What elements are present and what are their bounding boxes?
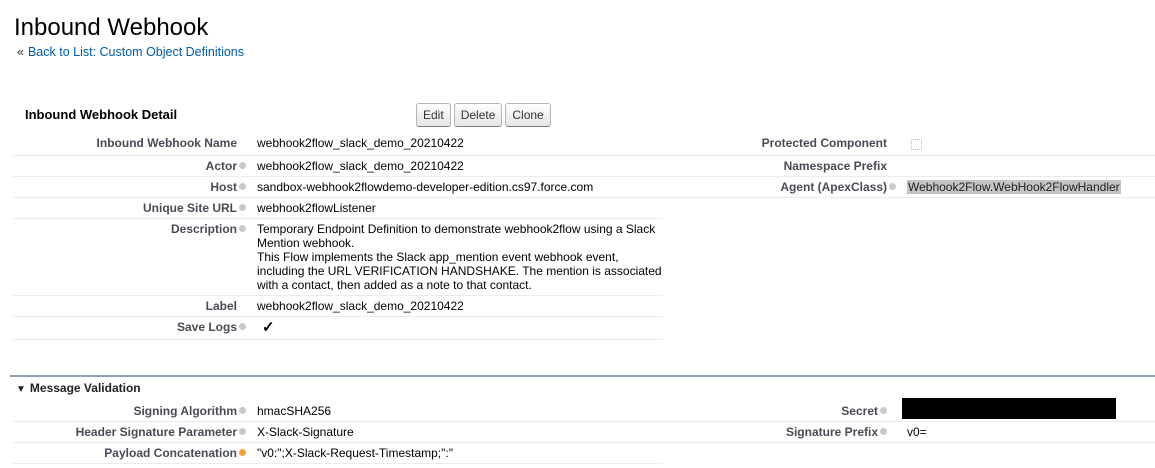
button-bar: Edit Delete Clone (416, 103, 551, 127)
help-icon[interactable] (239, 183, 246, 190)
help-icon[interactable] (880, 407, 887, 414)
collapse-triangle-icon[interactable]: ▼ (16, 384, 26, 395)
field-value-label: webhook2flow_slack_demo_20210422 (257, 299, 464, 313)
field-value-unique-site-url: webhook2flowListener (257, 201, 376, 215)
field-value-host: sandbox-webhook2flowdemo-developer-editi… (257, 180, 594, 194)
secret-redacted-value (902, 398, 1116, 419)
section-separator (10, 375, 1155, 377)
field-label-label: Label (205, 299, 237, 313)
help-icon[interactable] (239, 323, 246, 330)
field-value-header-signature-parameter: X-Slack-Signature (257, 425, 354, 439)
protected-component-checkbox (911, 139, 922, 150)
field-value-description: Temporary Endpoint Definition to demonst… (257, 222, 662, 292)
field-value-payload-concatenation: "v0:";X-Slack-Request-Timestamp;":" (257, 446, 453, 460)
help-icon[interactable] (239, 407, 246, 414)
help-icon[interactable] (889, 183, 896, 190)
edit-button[interactable]: Edit (416, 103, 451, 127)
field-value-signing-algorithm: hmacSHA256 (257, 404, 332, 418)
help-icon[interactable] (239, 162, 246, 169)
field-value-actor: webhook2flow_slack_demo_20210422 (257, 159, 464, 173)
field-label-signing-algorithm: Signing Algorithm (133, 404, 246, 418)
field-label-actor: Actor (206, 159, 246, 173)
message-validation-header[interactable]: ▼ Message Validation (16, 381, 141, 395)
field-label-signature-prefix: Signature Prefix (786, 425, 887, 439)
back-to-list-link[interactable]: « Back to List: Custom Object Definitions (17, 45, 244, 59)
field-label-agent-apexclass: Agent (ApexClass) (780, 180, 896, 194)
field-label-payload-concatenation: Payload Concatenation (104, 446, 246, 460)
warning-help-icon[interactable] (239, 449, 246, 456)
field-label-inbound-webhook-name: Inbound Webhook Name (96, 136, 237, 150)
field-label-protected-component: Protected Component (761, 136, 887, 150)
field-value-inbound-webhook-name: webhook2flow_slack_demo_20210422 (257, 136, 464, 150)
field-label-description: Description (171, 222, 246, 236)
help-icon[interactable] (239, 225, 246, 232)
section-title: Inbound Webhook Detail (25, 107, 178, 122)
delete-button[interactable]: Delete (453, 103, 503, 127)
back-to-list-text[interactable]: Back to List: Custom Object Definitions (28, 45, 244, 59)
field-value-signature-prefix: v0= (907, 425, 927, 439)
field-label-save-logs: Save Logs (177, 320, 246, 334)
field-label-header-signature-parameter: Header Signature Parameter (76, 425, 246, 439)
field-label-namespace-prefix: Namespace Prefix (783, 159, 887, 173)
page-title: Inbound Webhook (14, 14, 209, 41)
field-value-agent-apexclass[interactable]: Webhook2Flow.WebHook2FlowHandler (907, 180, 1121, 194)
field-label-unique-site-url: Unique Site URL (143, 201, 246, 215)
help-icon[interactable] (880, 428, 887, 435)
field-label-host: Host (210, 180, 246, 194)
clone-button[interactable]: Clone (505, 103, 551, 127)
help-icon[interactable] (239, 428, 246, 435)
save-logs-checkmark-icon: ✓ (262, 319, 275, 336)
guillemet-icon: « (17, 45, 24, 59)
help-icon[interactable] (239, 204, 246, 211)
field-label-secret: Secret (841, 404, 887, 418)
